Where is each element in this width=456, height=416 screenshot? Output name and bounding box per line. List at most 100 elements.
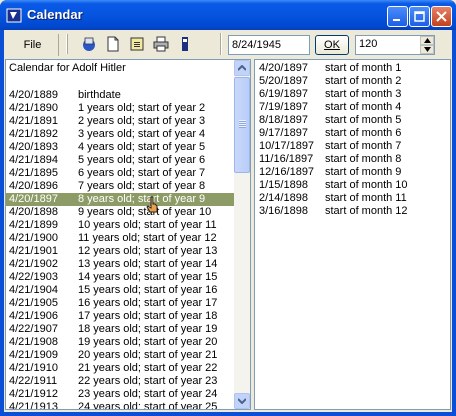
month-list-row[interactable]: 6/19/1897 start of month 3	[255, 88, 450, 101]
maximize-button[interactable]	[409, 6, 430, 27]
year-list-row[interactable]: 4/20/1893 4 years old; start of year 5	[6, 141, 234, 154]
month-list-row[interactable]: 5/20/1897 start of month 2	[255, 75, 450, 88]
year-list-row[interactable]: 4/22/1911 22 years old; start of year 23	[6, 375, 234, 388]
row-description: start of month 6	[325, 127, 402, 139]
row-description: 13 years old; start of year 14	[78, 258, 218, 270]
year-list-row[interactable]: 4/21/1909 20 years old; start of year 21	[6, 349, 234, 362]
row-date: 2/14/1898	[259, 192, 308, 204]
year-list-row[interactable]: 4/21/1905 16 years old; start of year 17	[6, 297, 234, 310]
year-list-row[interactable]: 4/21/1902 13 years old; start of year 14	[6, 258, 234, 271]
year-list-row[interactable]: 4/20/1898 9 years old; start of year 10	[6, 206, 234, 219]
print-icon	[153, 36, 169, 52]
month-list-row[interactable]: 7/19/1897 start of month 4	[255, 101, 450, 114]
year-list-row[interactable]: 4/22/1903 14 years old; start of year 15	[6, 271, 234, 284]
toolbar: File OK 120	[4, 30, 452, 58]
calendar-tool-button[interactable]	[80, 35, 98, 53]
year-list-row[interactable]: 4/20/1897 8 years old; start of year 9	[6, 193, 234, 206]
count-value[interactable]: 120	[359, 38, 377, 50]
row-description: start of month 1	[325, 62, 402, 74]
row-date: 4/20/1896	[9, 180, 58, 192]
month-list-row[interactable]: 10/17/1897 start of month 7	[255, 140, 450, 153]
row-date: 4/21/1912	[9, 388, 58, 400]
spin-up-button[interactable]	[420, 36, 434, 45]
file-menu-button[interactable]: File	[7, 34, 59, 56]
toolbar-grip[interactable]	[66, 34, 68, 54]
row-description: start of month 9	[325, 166, 402, 178]
year-list-row[interactable]: 4/21/1890 1 years old; start of year 2	[6, 102, 234, 115]
month-list-row[interactable]: 4/20/1897 start of month 1	[255, 62, 450, 75]
month-list-row[interactable]: 2/14/1898 start of month 11	[255, 192, 450, 205]
row-description: 14 years old; start of year 15	[78, 271, 218, 283]
row-description: 11 years old; start of year 12	[78, 232, 217, 244]
scroll-up-button[interactable]	[234, 60, 250, 76]
month-list-row[interactable]: 3/16/1898 start of month 12	[255, 205, 450, 218]
row-description: start of month 2	[325, 75, 402, 87]
year-list[interactable]: Calendar for Adolf Hitler 4/20/1889 birth…	[6, 60, 234, 409]
row-description: 8 years old; start of year 9	[78, 193, 206, 205]
title-bar[interactable]: Calendar	[0, 0, 456, 30]
month-list-row[interactable]: 11/16/1897 start of month 8	[255, 153, 450, 166]
row-description: start of month 11	[325, 192, 407, 204]
year-list-row[interactable]: 4/21/1892 3 years old; start of year 4	[6, 128, 234, 141]
row-date: 12/16/1897	[259, 166, 315, 178]
close-icon	[436, 11, 447, 22]
info-button[interactable]	[176, 35, 194, 53]
year-list-row[interactable]: 4/20/1889 birthdate	[6, 89, 234, 102]
row-date: 4/21/1890	[9, 102, 58, 114]
minimize-icon	[393, 19, 400, 21]
row-date: 4/20/1897	[259, 62, 308, 74]
chevron-up-icon	[238, 65, 246, 71]
scroll-down-button[interactable]	[234, 393, 250, 409]
print-button[interactable]	[152, 35, 170, 53]
row-description: 7 years old; start of year 8	[78, 180, 206, 192]
row-date: 4/21/1902	[9, 258, 58, 270]
row-description: 20 years old; start of year 21	[78, 349, 218, 361]
row-date: 4/20/1893	[9, 141, 58, 153]
year-list-row[interactable]: 4/21/1912 23 years old; start of year 24	[6, 388, 234, 401]
row-description: 24 years old; start of year 25	[78, 401, 218, 409]
spin-down-button[interactable]	[420, 45, 434, 54]
calendar-app-icon	[83, 37, 95, 51]
scroll-thumb[interactable]	[234, 77, 250, 173]
row-date: 4/22/1907	[9, 323, 58, 335]
year-list-row[interactable]: 4/21/1910 21 years old; start of year 22	[6, 362, 234, 375]
row-description: 2 years old; start of year 3	[78, 115, 206, 127]
year-list-row[interactable]: 4/22/1907 18 years old; start of year 19	[6, 323, 234, 336]
date-field[interactable]	[228, 35, 310, 55]
year-list-row[interactable]: 4/21/1904 15 years old; start of year 16	[6, 284, 234, 297]
row-date: 4/21/1908	[9, 336, 58, 348]
year-list-row[interactable]: 4/21/1894 5 years old; start of year 6	[6, 154, 234, 167]
vertical-scrollbar[interactable]	[234, 60, 250, 409]
arrow-up-icon	[424, 38, 431, 43]
new-document-button[interactable]	[104, 35, 122, 53]
ok-button[interactable]: OK	[315, 35, 349, 55]
minimize-button[interactable]	[387, 6, 408, 27]
month-list-pane[interactable]: 4/20/1897 start of month 1 5/20/1897 start …	[254, 59, 451, 410]
month-list-row[interactable]: 8/18/1897 start of month 5	[255, 114, 450, 127]
year-list-row[interactable]: 4/21/1899 10 years old; start of year 11	[6, 219, 234, 232]
year-list-row[interactable]: 4/21/1891 2 years old; start of year 3	[6, 115, 234, 128]
row-description: 6 years old; start of year 7	[78, 167, 206, 179]
year-list-row[interactable]: 4/21/1900 11 years old; start of year 12	[6, 232, 234, 245]
month-list-row[interactable]: 9/17/1897 start of month 6	[255, 127, 450, 140]
year-list-row[interactable]: 4/20/1896 7 years old; start of year 8	[6, 180, 234, 193]
year-list-row[interactable]: 4/21/1908 19 years old; start of year 20	[6, 336, 234, 349]
row-date: 4/21/1909	[9, 349, 58, 361]
row-description: 1 years old; start of year 2	[78, 102, 206, 114]
year-list-row[interactable]: 4/21/1901 12 years old; start of year 13	[6, 245, 234, 258]
calendar-app-icon	[6, 7, 22, 23]
row-description: start of month 8	[325, 153, 402, 165]
year-list-row[interactable]: 4/21/1913 24 years old; start of year 25	[6, 401, 234, 409]
month-list-row[interactable]: 1/15/1898 start of month 10	[255, 179, 450, 192]
year-list-row[interactable]: 4/21/1906 17 years old; start of year 18	[6, 310, 234, 323]
row-description: 17 years old; start of year 18	[78, 310, 218, 322]
row-date: 4/21/1913	[9, 401, 58, 409]
save-button[interactable]	[128, 35, 146, 53]
year-list-row[interactable]: 4/21/1895 6 years old; start of year 7	[6, 167, 234, 180]
row-description: 18 years old; start of year 19	[78, 323, 218, 335]
row-description: 22 years old; start of year 23	[78, 375, 218, 387]
month-list-row[interactable]: 12/16/1897 start of month 9	[255, 166, 450, 179]
row-description: start of month 3	[325, 88, 402, 100]
close-button[interactable]	[431, 6, 452, 27]
count-spinner[interactable]: 120	[355, 35, 435, 55]
